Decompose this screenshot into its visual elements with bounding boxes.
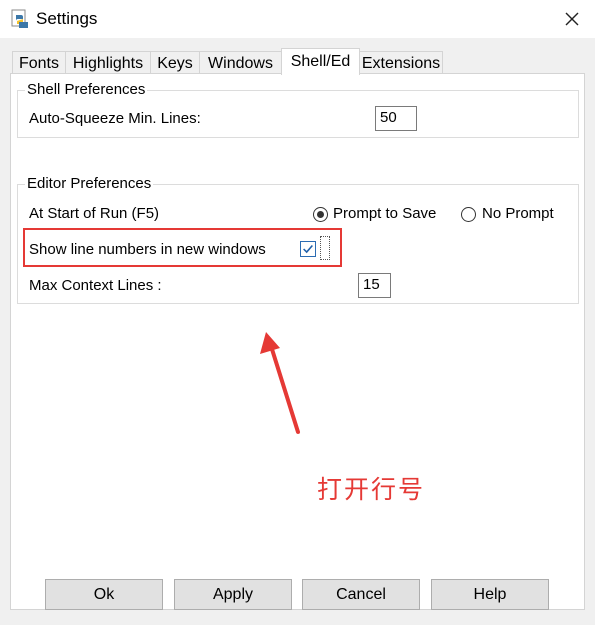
no-prompt-radio[interactable] [461,207,476,222]
auto-squeeze-label: Auto-Squeeze Min. Lines: [29,110,201,127]
annotation-text: 打开行号 [317,475,426,504]
tab-panel-shell-ed: Shell Preferences Auto-Squeeze Min. Line… [10,73,585,610]
annotation-arrow-icon [260,332,300,434]
help-button[interactable]: Help [431,579,549,610]
python-app-icon [11,9,28,28]
tab-shell-ed[interactable]: Shell/Ed [281,48,360,75]
dialog-body: Fonts Highlights Keys Windows Shell/Ed E… [0,38,595,625]
apply-button[interactable]: Apply [174,579,292,610]
editor-preferences-title: Editor Preferences [25,175,154,192]
tab-highlights[interactable]: Highlights [65,51,151,74]
cancel-button[interactable]: Cancel [302,579,420,610]
max-context-input[interactable]: 15 [358,273,391,298]
tab-keys[interactable]: Keys [150,51,200,74]
close-icon[interactable] [558,6,586,32]
auto-squeeze-input[interactable]: 50 [375,106,417,131]
title-bar: Settings [0,0,595,38]
start-of-run-label: At Start of Run (F5) [29,205,160,222]
shell-preferences-title: Shell Preferences [25,81,148,98]
prompt-to-save-radio[interactable] [313,207,328,222]
ok-button[interactable]: Ok [45,579,163,610]
highlight-box [23,228,342,267]
no-prompt-label[interactable]: No Prompt [482,205,554,222]
tab-windows[interactable]: Windows [199,51,282,74]
tab-extensions[interactable]: Extensions [359,51,443,74]
prompt-to-save-label[interactable]: Prompt to Save [333,205,436,222]
tab-strip: Fonts Highlights Keys Windows Shell/Ed E… [12,48,582,75]
window-title: Settings [36,9,98,28]
tab-fonts[interactable]: Fonts [12,51,66,74]
max-context-label: Max Context Lines : [29,277,162,294]
